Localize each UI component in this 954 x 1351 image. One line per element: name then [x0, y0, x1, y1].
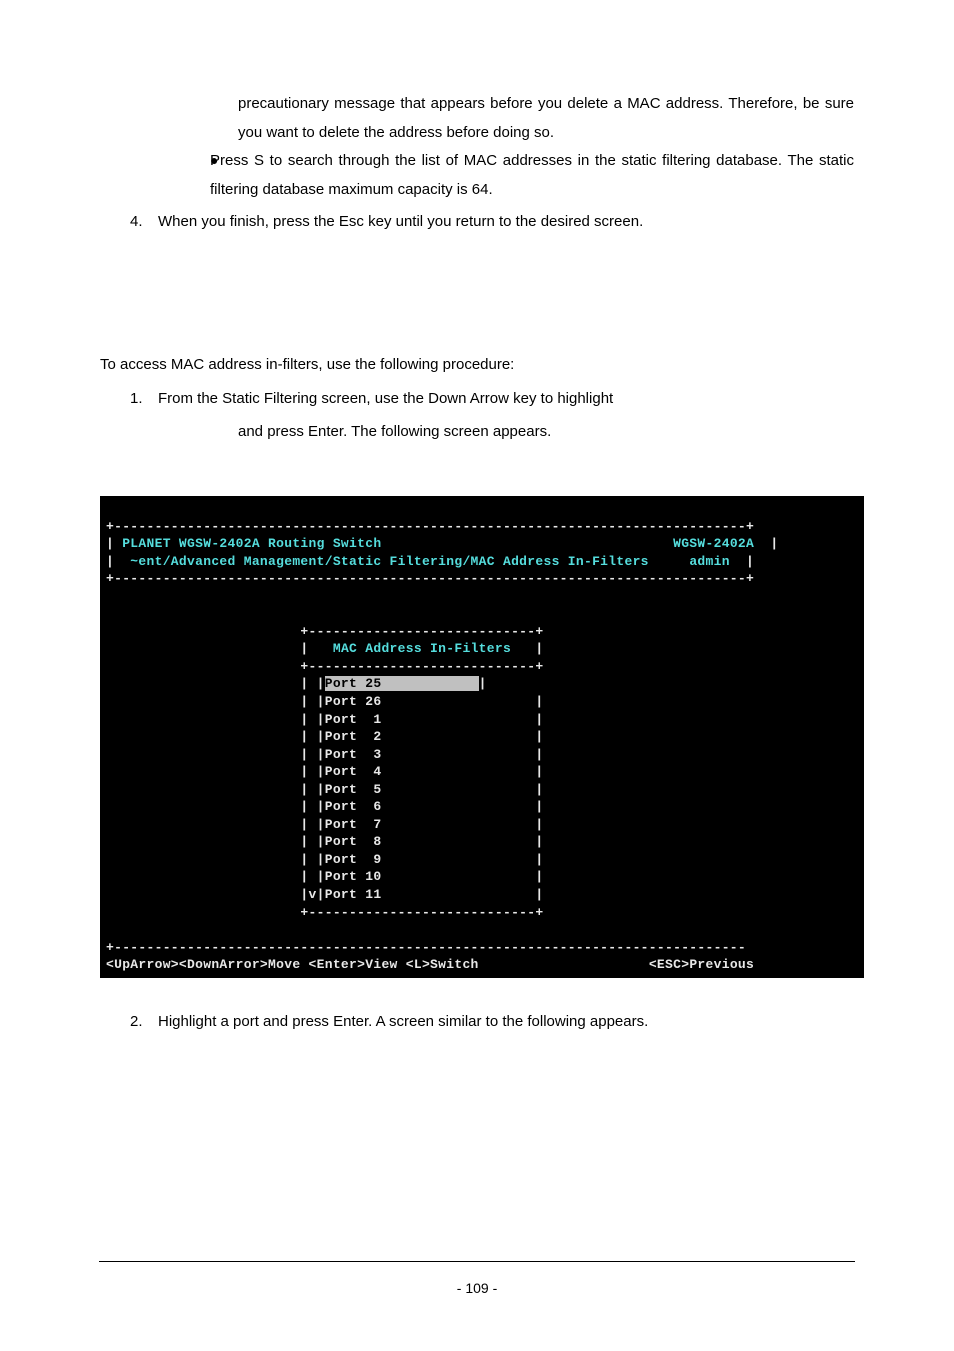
step-text: From the Static Filtering screen, use th… — [158, 385, 854, 414]
terminal-breadcrumb: ~ent/Advanced Management/Static Filterin… — [122, 554, 649, 569]
terminal-row: Port 11 — [325, 887, 382, 902]
terminal-row: Port 4 — [325, 764, 382, 779]
step-text: When you finish, press the Esc key until… — [158, 208, 854, 237]
terminal-row-selected: Port 25 — [325, 676, 382, 691]
terminal-row: Port 8 — [325, 834, 382, 849]
step-number: 1. — [130, 385, 158, 414]
bullet-list: precautionary message that appears befor… — [100, 90, 854, 204]
bullet-text: Press S to search through the list of MA… — [210, 147, 854, 204]
numbered-step-4: 4. When you finish, press the Esc key un… — [100, 208, 854, 237]
terminal-row: Port 9 — [325, 852, 382, 867]
terminal-row: Port 26 — [325, 694, 382, 709]
step-text-cont: and press Enter. The following screen ap… — [238, 423, 551, 440]
step-text: Highlight a port and press Enter. A scre… — [158, 1008, 854, 1037]
terminal-row: Port 3 — [325, 747, 382, 762]
step-number: 4. — [130, 208, 158, 237]
terminal-screenshot: +---------------------------------------… — [100, 496, 864, 978]
paragraph-continue: precautionary message that appears befor… — [238, 90, 854, 147]
page-number: - 109 - — [457, 1280, 497, 1296]
footer: - 109 - — [0, 1261, 954, 1296]
terminal-user: admin — [689, 554, 730, 569]
terminal-row: Port 6 — [325, 799, 382, 814]
terminal-row: Port 5 — [325, 782, 382, 797]
access-paragraph: To access MAC address in-filters, use th… — [100, 351, 854, 380]
numbered-step-2: 2. Highlight a port and press Enter. A s… — [100, 1008, 854, 1037]
terminal-row: Port 7 — [325, 817, 382, 832]
numbered-step-1: 1. From the Static Filtering screen, use… — [100, 385, 854, 446]
terminal-box-title: MAC Address In-Filters — [333, 641, 511, 656]
terminal-row: Port 2 — [325, 729, 382, 744]
terminal-title: PLANET WGSW-2402A Routing Switch — [122, 536, 381, 551]
footer-divider — [99, 1261, 855, 1262]
bullet-icon: ● — [170, 147, 210, 204]
terminal-help-left: <UpArrow><DownArror>Move <Enter>View <L>… — [106, 957, 479, 972]
terminal-row: Port 10 — [325, 869, 382, 884]
terminal-row: Port 1 — [325, 712, 382, 727]
terminal-help-right: <ESC>Previous — [649, 957, 754, 972]
page: precautionary message that appears befor… — [0, 0, 954, 1351]
step-number: 2. — [130, 1008, 158, 1037]
terminal-model: WGSW-2402A — [673, 536, 754, 551]
